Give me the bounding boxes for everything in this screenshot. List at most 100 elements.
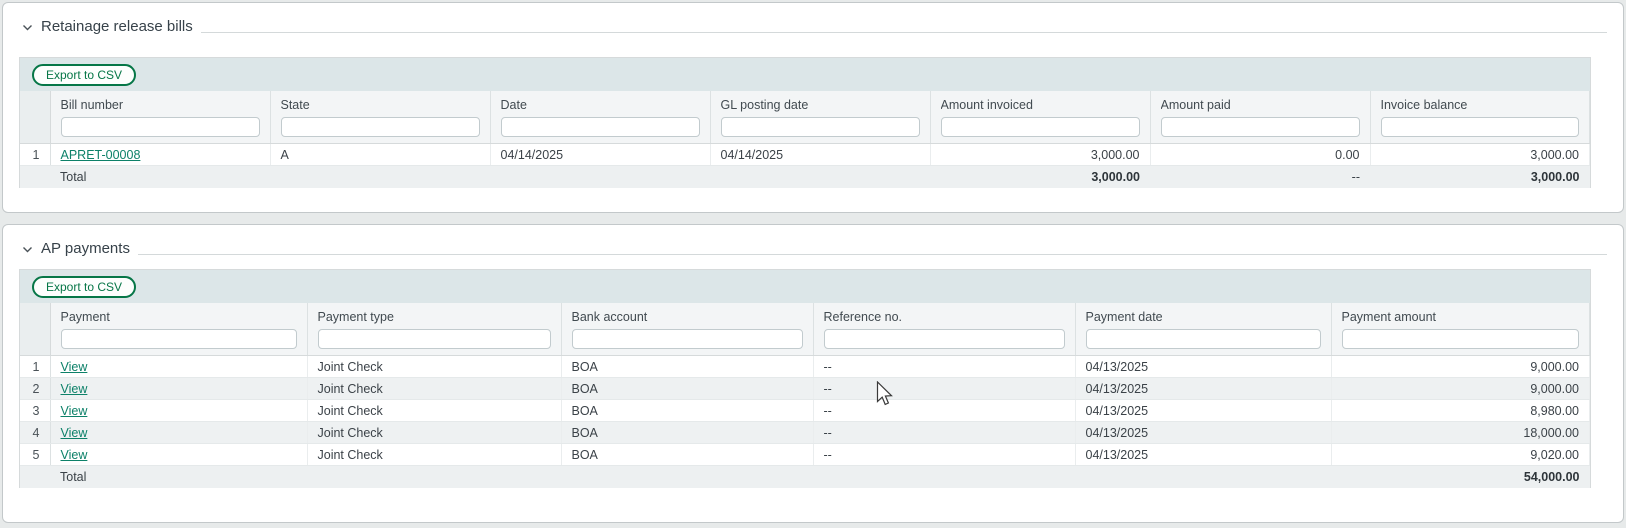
retainage-release-bills-section: Retainage release bills Export to CSV Bi… — [2, 2, 1624, 213]
total-row: Total 3,000.00 -- 3,000.00 — [20, 166, 1590, 188]
section-title: AP payments — [41, 239, 130, 259]
row-number: 2 — [20, 378, 50, 400]
payment-date-cell: 04/13/2025 — [1075, 356, 1331, 378]
row-number: 5 — [20, 444, 50, 466]
amount-paid-cell: 0.00 — [1150, 144, 1370, 166]
export-to-csv-button[interactable]: Export to CSV — [32, 64, 136, 86]
filter-input-payment-date[interactable] — [1086, 329, 1321, 349]
payment-date-cell: 04/13/2025 — [1075, 422, 1331, 444]
chevron-down-icon[interactable] — [21, 243, 34, 256]
row-number: 4 — [20, 422, 50, 444]
retainage-table-container: Export to CSV Bill number State Date — [19, 57, 1591, 188]
ap-section-header: AP payments — [19, 237, 1607, 259]
bank-account-cell: BOA — [561, 378, 813, 400]
payment-date-cell: 04/13/2025 — [1075, 444, 1331, 466]
view-payment-link[interactable]: View — [61, 426, 88, 440]
column-header-amount-paid: Amount paid — [1150, 91, 1370, 144]
bank-account-cell: BOA — [561, 444, 813, 466]
column-header-bill-number: Bill number — [50, 91, 270, 144]
filter-input-payment-amount[interactable] — [1342, 329, 1580, 349]
filter-input-amount-paid[interactable] — [1161, 117, 1360, 137]
payment-type-cell: Joint Check — [307, 356, 561, 378]
filter-input-bill-number[interactable] — [61, 117, 260, 137]
column-header-reference-no: Reference no. — [813, 303, 1075, 356]
column-header-payment-amount: Payment amount — [1331, 303, 1590, 356]
column-header-amount-invoiced: Amount invoiced — [930, 91, 1150, 144]
amount-invoiced-cell: 3,000.00 — [930, 144, 1150, 166]
payment-amount-cell: 8,980.00 — [1331, 400, 1590, 422]
ap-header-row: Payment Payment type Bank account Refere… — [20, 303, 1590, 356]
payment-amount-cell: 9,020.00 — [1331, 444, 1590, 466]
retainage-header-row: Bill number State Date GL posting date A… — [20, 91, 1590, 144]
total-amount-invoiced: 3,000.00 — [930, 166, 1150, 188]
table-row: 1 View Joint Check BOA -- 04/13/2025 9,0… — [20, 356, 1590, 378]
payment-amount-cell: 9,000.00 — [1331, 378, 1590, 400]
column-header-payment-date: Payment date — [1075, 303, 1331, 356]
filter-input-state[interactable] — [281, 117, 480, 137]
reference-no-cell: -- — [813, 400, 1075, 422]
row-number: 1 — [20, 144, 50, 166]
reference-no-cell: -- — [813, 422, 1075, 444]
section-divider — [201, 32, 1607, 33]
payment-date-cell: 04/13/2025 — [1075, 378, 1331, 400]
ap-payments-table-container: Export to CSV Payment Payment type Bank … — [19, 269, 1591, 488]
bank-account-cell: BOA — [561, 356, 813, 378]
payment-amount-cell: 9,000.00 — [1331, 356, 1590, 378]
table-row: 4 View Joint Check BOA -- 04/13/2025 18,… — [20, 422, 1590, 444]
view-payment-link[interactable]: View — [61, 360, 88, 374]
filter-input-date[interactable] — [501, 117, 700, 137]
export-to-csv-button[interactable]: Export to CSV — [32, 276, 136, 298]
table-row: 1 APRET-00008 A 04/14/2025 04/14/2025 3,… — [20, 144, 1590, 166]
total-payment-amount: 54,000.00 — [1331, 466, 1590, 488]
gl-posting-date-cell: 04/14/2025 — [710, 144, 930, 166]
section-divider — [138, 254, 1607, 255]
reference-no-cell: -- — [813, 378, 1075, 400]
bill-number-link[interactable]: APRET-00008 — [61, 148, 141, 162]
payment-type-cell: Joint Check — [307, 378, 561, 400]
row-number: 1 — [20, 356, 50, 378]
ap-payments-section: AP payments Export to CSV Payment Paymen… — [2, 224, 1624, 523]
table-row: 5 View Joint Check BOA -- 04/13/2025 9,0… — [20, 444, 1590, 466]
total-row: Total 54,000.00 — [20, 466, 1590, 488]
chevron-down-icon[interactable] — [21, 21, 34, 34]
bank-account-cell: BOA — [561, 400, 813, 422]
filter-input-payment[interactable] — [61, 329, 297, 349]
filter-input-gl-posting-date[interactable] — [721, 117, 920, 137]
filter-input-invoice-balance[interactable] — [1381, 117, 1580, 137]
table-row: 2 View Joint Check BOA -- 04/13/2025 9,0… — [20, 378, 1590, 400]
row-number: 3 — [20, 400, 50, 422]
filter-input-payment-type[interactable] — [318, 329, 551, 349]
ap-toolbar: Export to CSV — [20, 270, 1590, 303]
filter-input-bank-account[interactable] — [572, 329, 803, 349]
state-cell: A — [270, 144, 490, 166]
total-amount-paid: -- — [1150, 166, 1370, 188]
view-payment-link[interactable]: View — [61, 404, 88, 418]
row-number-header — [20, 303, 50, 356]
retainage-bills-table: Bill number State Date GL posting date A… — [20, 91, 1590, 188]
retainage-section-header: Retainage release bills — [19, 15, 1607, 37]
column-header-payment: Payment — [50, 303, 307, 356]
total-invoice-balance: 3,000.00 — [1370, 166, 1590, 188]
total-label: Total — [50, 466, 307, 488]
column-header-invoice-balance: Invoice balance — [1370, 91, 1590, 144]
payment-type-cell: Joint Check — [307, 444, 561, 466]
total-row-spacer — [20, 466, 50, 488]
payment-amount-cell: 18,000.00 — [1331, 422, 1590, 444]
reference-no-cell: -- — [813, 356, 1075, 378]
filter-input-amount-invoiced[interactable] — [941, 117, 1140, 137]
retainage-toolbar: Export to CSV — [20, 58, 1590, 91]
row-number-header — [20, 91, 50, 144]
column-header-payment-type: Payment type — [307, 303, 561, 356]
reference-no-cell: -- — [813, 444, 1075, 466]
payment-type-cell: Joint Check — [307, 400, 561, 422]
filter-input-reference-no[interactable] — [824, 329, 1065, 349]
total-label: Total — [50, 166, 270, 188]
view-payment-link[interactable]: View — [61, 448, 88, 462]
payment-type-cell: Joint Check — [307, 422, 561, 444]
table-row: 3 View Joint Check BOA -- 04/13/2025 8,9… — [20, 400, 1590, 422]
column-header-state: State — [270, 91, 490, 144]
column-header-bank-account: Bank account — [561, 303, 813, 356]
ap-payments-table: Payment Payment type Bank account Refere… — [20, 303, 1590, 488]
payment-date-cell: 04/13/2025 — [1075, 400, 1331, 422]
view-payment-link[interactable]: View — [61, 382, 88, 396]
